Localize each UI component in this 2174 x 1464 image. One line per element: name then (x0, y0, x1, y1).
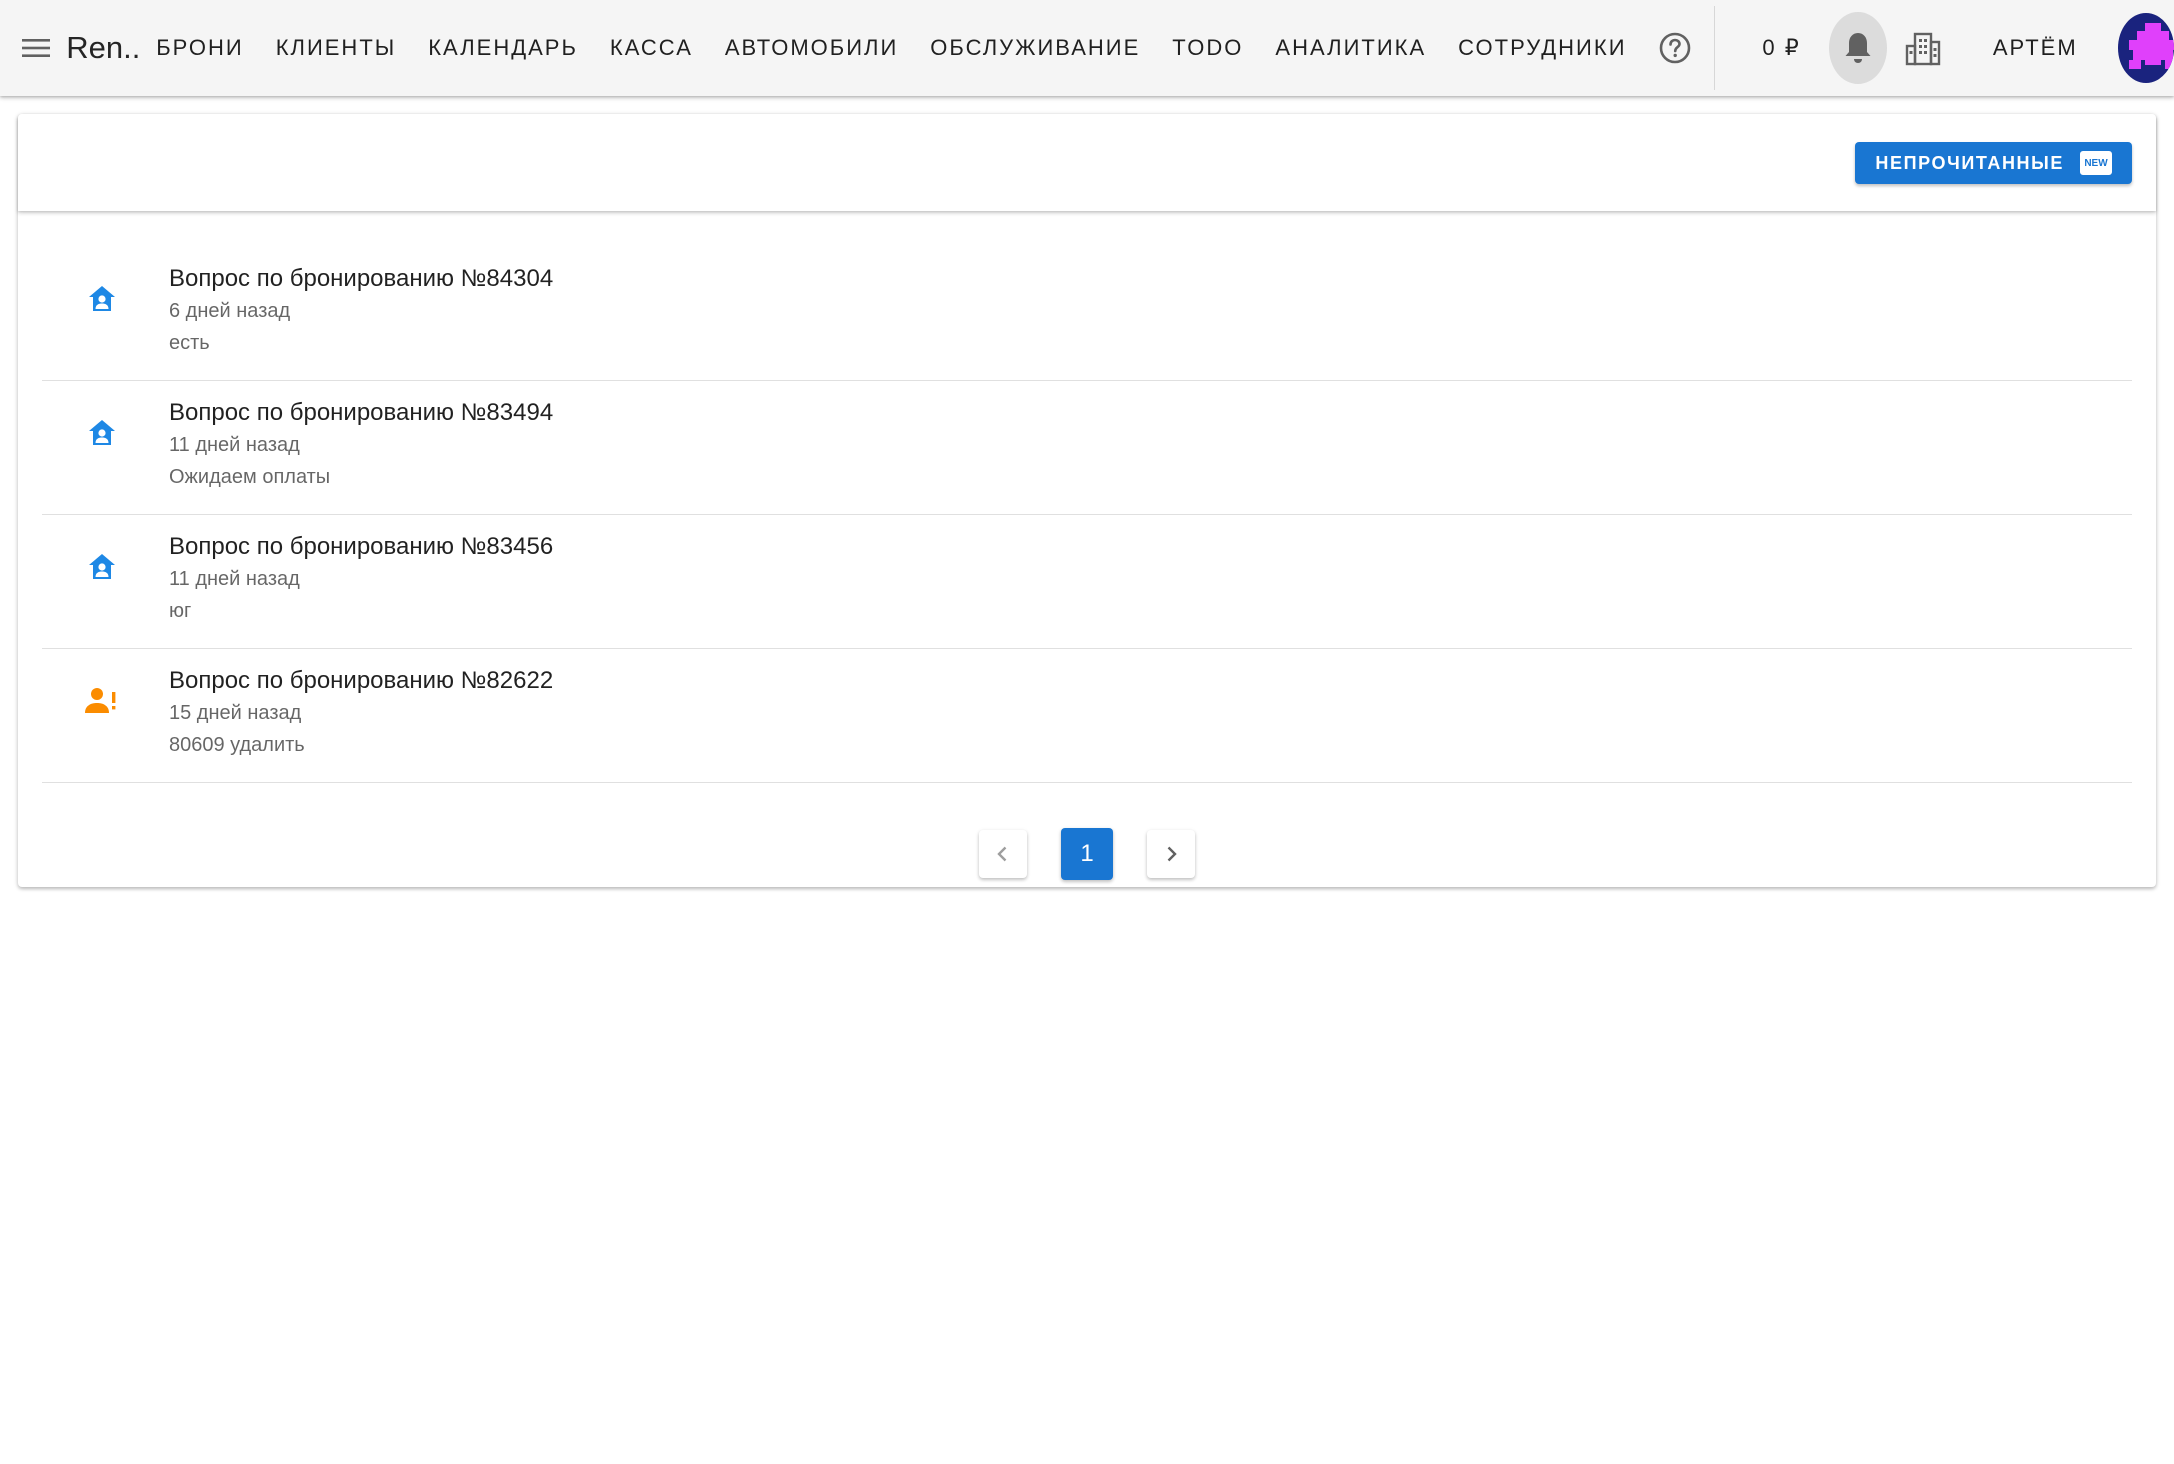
list-item[interactable]: Вопрос по бронированию №84304 6 дней наз… (42, 247, 2132, 381)
help-circle-icon (1659, 32, 1691, 64)
item-time: 11 дней назад (169, 434, 300, 456)
list-item[interactable]: Вопрос по бронированию №83494 11 дней на… (42, 381, 2132, 515)
unread-filter-label: НЕПРОЧИТАННЫЕ (1875, 152, 2064, 173)
item-text: Вопрос по бронированию №82622 15 дней на… (169, 665, 553, 761)
main-nav: БРОНИ КЛИЕНТЫ КАЛЕНДАРЬ КАССА АВТОМОБИЛИ… (140, 0, 1642, 96)
item-time: 11 дней назад (169, 568, 300, 590)
nav-employees[interactable]: СОТРУДНИКИ (1442, 0, 1642, 96)
item-text: Вопрос по бронированию №84304 6 дней наз… (169, 263, 553, 359)
item-message: 80609 удалить (169, 734, 305, 756)
menu-icon (22, 39, 51, 57)
menu-button[interactable] (12, 18, 60, 78)
chevron-left-icon (997, 846, 1007, 862)
chevron-right-icon (1167, 846, 1177, 862)
card-toolbar: НЕПРОЧИТАННЫЕ NEW (18, 114, 2156, 211)
notifications-button[interactable] (1828, 12, 1887, 84)
item-text: Вопрос по бронированию №83456 11 дней на… (169, 531, 553, 627)
unread-filter-button[interactable]: НЕПРОЧИТАННЫЕ NEW (1855, 142, 2132, 184)
next-page-button[interactable] (1147, 830, 1195, 878)
user-name[interactable]: АРТЁМ (1993, 35, 2078, 61)
item-title: Вопрос по бронированию №84304 (169, 265, 554, 292)
account-alert-icon (82, 681, 122, 721)
item-message: есть (169, 332, 210, 354)
nav-analytics[interactable]: АНАЛИТИКА (1259, 0, 1442, 96)
app-title[interactable]: Ren... (66, 30, 140, 66)
building-button[interactable] (1899, 18, 1947, 78)
balance[interactable]: 0 ₽ (1762, 35, 1800, 61)
item-title: Вопрос по бронированию №82622 (169, 667, 554, 694)
pagination: 1 (18, 828, 2156, 880)
item-title: Вопрос по бронированию №83456 (169, 533, 554, 560)
page-button[interactable]: 1 (1061, 828, 1113, 880)
nav-clients[interactable]: КЛИЕНТЫ (260, 0, 413, 96)
building-icon (1905, 32, 1940, 66)
nav-bookings[interactable]: БРОНИ (140, 0, 259, 96)
item-message: Ожидаем оплаты (169, 466, 331, 488)
item-time: 15 дней назад (169, 702, 302, 724)
home-account-icon (82, 413, 122, 453)
nav-cars[interactable]: АВТОМОБИЛИ (709, 0, 914, 96)
bell-icon (1845, 33, 1871, 63)
notifications-card: НЕПРОЧИТАННЫЕ NEW Вопрос по бронированию… (18, 114, 2156, 887)
nav-todo[interactable]: TODO (1156, 0, 1259, 96)
help-button[interactable] (1653, 20, 1698, 76)
prev-page-button[interactable] (979, 830, 1027, 878)
item-title: Вопрос по бронированию №83494 (169, 399, 554, 426)
home-account-icon (82, 279, 122, 319)
nav-calendar[interactable]: КАЛЕНДАРЬ (412, 0, 594, 96)
nav-service[interactable]: ОБСЛУЖИВАНИЕ (914, 0, 1156, 96)
home-account-icon (82, 547, 122, 587)
item-message: юг (169, 600, 192, 622)
avatar[interactable] (2117, 13, 2174, 83)
notifications-list: Вопрос по бронированию №84304 6 дней наз… (42, 247, 2132, 783)
new-badge-icon: NEW (2080, 151, 2112, 175)
nav-cashbox[interactable]: КАССА (594, 0, 709, 96)
avatar-image (2117, 13, 2174, 83)
list-item[interactable]: Вопрос по бронированию №83456 11 дней на… (42, 515, 2132, 649)
list-item[interactable]: Вопрос по бронированию №82622 15 дней на… (42, 649, 2132, 783)
app-bar: Ren... БРОНИ КЛИЕНТЫ КАЛЕНДАРЬ КАССА АВТ… (0, 0, 2174, 96)
item-time: 6 дней назад (169, 300, 291, 322)
item-text: Вопрос по бронированию №83494 11 дней на… (169, 397, 553, 493)
appbar-divider (1713, 6, 1715, 90)
